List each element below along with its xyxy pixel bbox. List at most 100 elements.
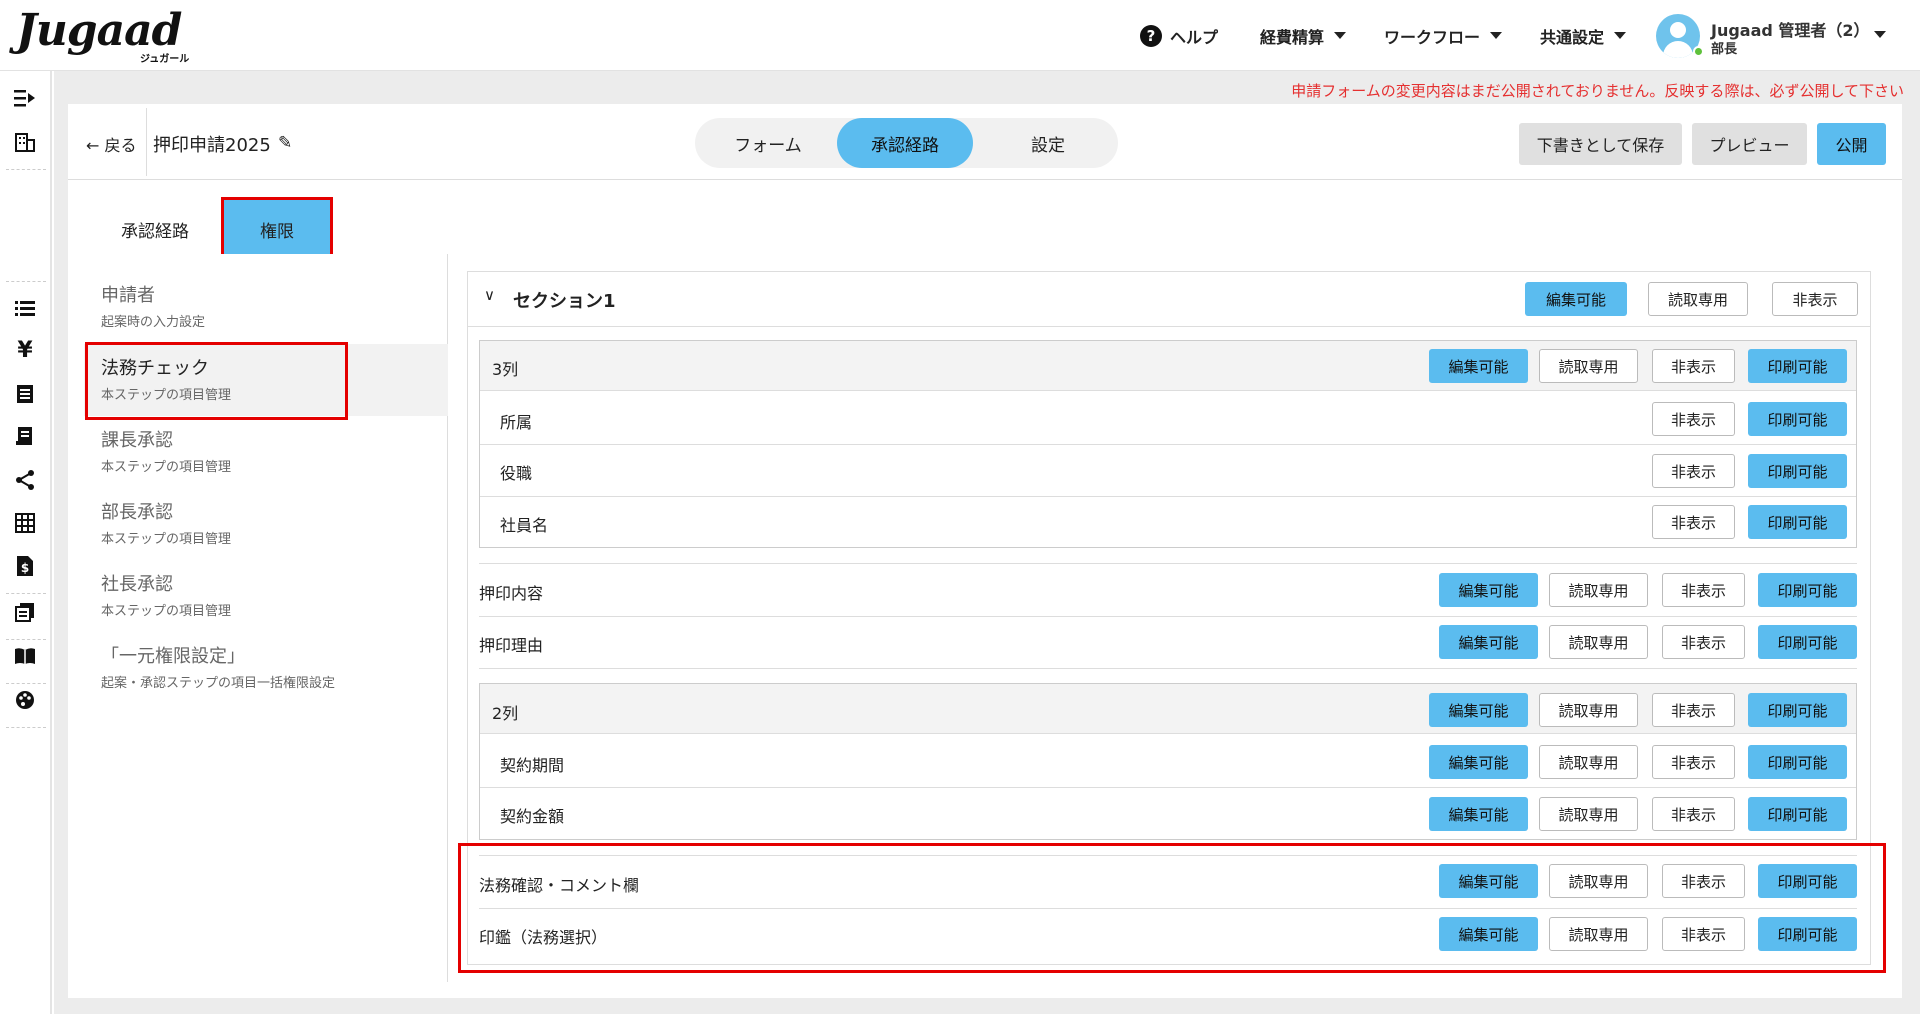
print-button[interactable]: 印刷可能 xyxy=(1748,349,1847,383)
hide-button[interactable]: 非表示 xyxy=(1652,693,1735,727)
chevron-down-icon[interactable]: ∨ xyxy=(484,286,495,304)
hide-button[interactable]: 非表示 xyxy=(1652,505,1735,539)
step-item-president[interactable]: 社長承認 本ステップの項目管理 xyxy=(84,560,448,632)
read-only-button[interactable]: 読取専用 xyxy=(1539,745,1638,779)
step-subtitle: 本ステップの項目管理 xyxy=(101,460,232,475)
edit-button[interactable]: 編集可能 xyxy=(1429,797,1528,831)
edit-button[interactable]: 編集可能 xyxy=(1439,625,1538,659)
building-icon[interactable] xyxy=(10,127,40,157)
field-label: 印鑑（法務選択） xyxy=(479,928,608,947)
hide-button[interactable]: 非表示 xyxy=(1652,402,1735,436)
hide-button[interactable]: 非表示 xyxy=(1662,625,1745,659)
document-icon[interactable] xyxy=(10,379,40,409)
step-item-applicant[interactable]: 申請者 起案時の入力設定 xyxy=(84,271,448,343)
field-label: 社員名 xyxy=(500,516,549,535)
section-edit-button[interactable]: 編集可能 xyxy=(1525,282,1627,316)
save-draft-button[interactable]: 下書きとして保存 xyxy=(1519,123,1682,165)
receipt-icon[interactable] xyxy=(10,421,40,451)
read-only-button[interactable]: 読取専用 xyxy=(1549,573,1648,607)
row-divider xyxy=(479,616,1857,617)
subtab-permissions[interactable]: 権限 xyxy=(224,200,330,258)
expand-menu-icon[interactable] xyxy=(10,83,40,113)
copy-document-icon[interactable] xyxy=(10,597,40,627)
section-read-only-button[interactable]: 読取専用 xyxy=(1648,282,1748,316)
step-item-department-manager[interactable]: 部長承認 本ステップの項目管理 xyxy=(84,488,448,560)
hide-button[interactable]: 非表示 xyxy=(1652,745,1735,779)
print-button[interactable]: 印刷可能 xyxy=(1748,797,1847,831)
menu-expense-label: 経費精算 xyxy=(1260,27,1325,47)
pencil-icon[interactable]: ✎ xyxy=(278,133,292,153)
back-button[interactable]: ← 戻る xyxy=(86,132,137,156)
read-only-button[interactable]: 読取専用 xyxy=(1539,693,1638,727)
hide-button[interactable]: 非表示 xyxy=(1652,454,1735,488)
read-only-button[interactable]: 読取専用 xyxy=(1549,625,1648,659)
hide-button[interactable]: 非表示 xyxy=(1652,349,1735,383)
chevron-down-icon xyxy=(1334,32,1347,39)
print-button[interactable]: 印刷可能 xyxy=(1748,745,1847,779)
user-menu-chevron-icon[interactable] xyxy=(1874,31,1886,38)
online-status-icon xyxy=(1693,46,1704,57)
group-header xyxy=(480,684,1856,734)
read-only-button[interactable]: 読取専用 xyxy=(1549,864,1648,898)
table-grid-icon[interactable] xyxy=(10,508,40,538)
print-button[interactable]: 印刷可能 xyxy=(1748,402,1847,436)
edit-button[interactable]: 編集可能 xyxy=(1429,349,1528,383)
field-label: 押印内容 xyxy=(479,584,544,603)
print-button[interactable]: 印刷可能 xyxy=(1758,864,1857,898)
yen-icon[interactable]: ¥ xyxy=(10,335,40,365)
step-item-legal-check[interactable]: 法務チェック 本ステップの項目管理 xyxy=(84,344,448,416)
group-title: 2列 xyxy=(492,704,519,723)
svg-text:$: $ xyxy=(21,561,29,575)
edit-button[interactable]: 編集可能 xyxy=(1439,573,1538,607)
edit-button[interactable]: 編集可能 xyxy=(1429,693,1528,727)
hide-button[interactable]: 非表示 xyxy=(1662,864,1745,898)
menu-expense[interactable]: 経費精算 xyxy=(1260,0,1347,71)
hide-button[interactable]: 非表示 xyxy=(1652,797,1735,831)
menu-workflow[interactable]: ワークフロー xyxy=(1384,0,1503,71)
print-button[interactable]: 印刷可能 xyxy=(1748,693,1847,727)
row-divider xyxy=(480,444,1856,445)
tab-settings[interactable]: 設定 xyxy=(978,118,1118,168)
read-only-button[interactable]: 読取専用 xyxy=(1539,349,1638,383)
share-icon[interactable] xyxy=(10,465,40,495)
print-button[interactable]: 印刷可能 xyxy=(1758,917,1857,951)
row-divider xyxy=(479,855,1857,856)
edit-button[interactable]: 編集可能 xyxy=(1429,745,1528,779)
invoice-dollar-icon[interactable]: $ xyxy=(10,551,40,581)
form-title: 押印申請2025 xyxy=(153,135,271,156)
step-item-unified-permissions[interactable]: 「一元権限設定」 起案・承認ステップの項目一括権限設定 xyxy=(84,632,448,704)
book-icon[interactable] xyxy=(10,641,40,671)
step-subtitle: 本ステップの項目管理 xyxy=(101,532,232,547)
row-divider xyxy=(479,563,1857,564)
tab-approval-route[interactable]: 承認経路 xyxy=(837,118,973,168)
publish-button[interactable]: 公開 xyxy=(1817,123,1886,165)
menu-common-settings[interactable]: 共通設定 xyxy=(1540,0,1627,71)
edit-button[interactable]: 編集可能 xyxy=(1439,917,1538,951)
print-button[interactable]: 印刷可能 xyxy=(1748,505,1847,539)
step-item-section-manager[interactable]: 課長承認 本ステップの項目管理 xyxy=(84,416,448,488)
row-divider xyxy=(479,668,1857,669)
menu-workflow-label: ワークフロー xyxy=(1384,27,1481,47)
print-button[interactable]: 印刷可能 xyxy=(1758,573,1857,607)
section-hide-button[interactable]: 非表示 xyxy=(1772,282,1858,316)
user-role: 部長 xyxy=(1711,42,1738,57)
palette-icon[interactable] xyxy=(10,685,40,715)
read-only-button[interactable]: 読取専用 xyxy=(1539,797,1638,831)
edit-button[interactable]: 編集可能 xyxy=(1439,864,1538,898)
field-label: 契約金額 xyxy=(500,807,565,826)
hide-button[interactable]: 非表示 xyxy=(1662,573,1745,607)
read-only-button[interactable]: 読取専用 xyxy=(1549,917,1648,951)
step-subtitle: 本ステップの項目管理 xyxy=(101,604,232,619)
app-logo[interactable]: Jugaad ジュガール xyxy=(16,8,189,66)
chevron-down-icon xyxy=(1490,32,1503,39)
tab-form[interactable]: フォーム xyxy=(703,118,833,168)
print-button[interactable]: 印刷可能 xyxy=(1748,454,1847,488)
field-label: 法務確認・コメント欄 xyxy=(479,876,640,895)
print-button[interactable]: 印刷可能 xyxy=(1758,625,1857,659)
help-link[interactable]: ? ヘルプ xyxy=(1140,0,1218,71)
list-icon[interactable] xyxy=(10,293,40,323)
subtab-approval-route[interactable]: 承認経路 xyxy=(100,200,210,258)
preview-button[interactable]: プレビュー xyxy=(1692,123,1807,165)
hide-button[interactable]: 非表示 xyxy=(1662,917,1745,951)
step-title: 「一元権限設定」 xyxy=(101,646,245,667)
